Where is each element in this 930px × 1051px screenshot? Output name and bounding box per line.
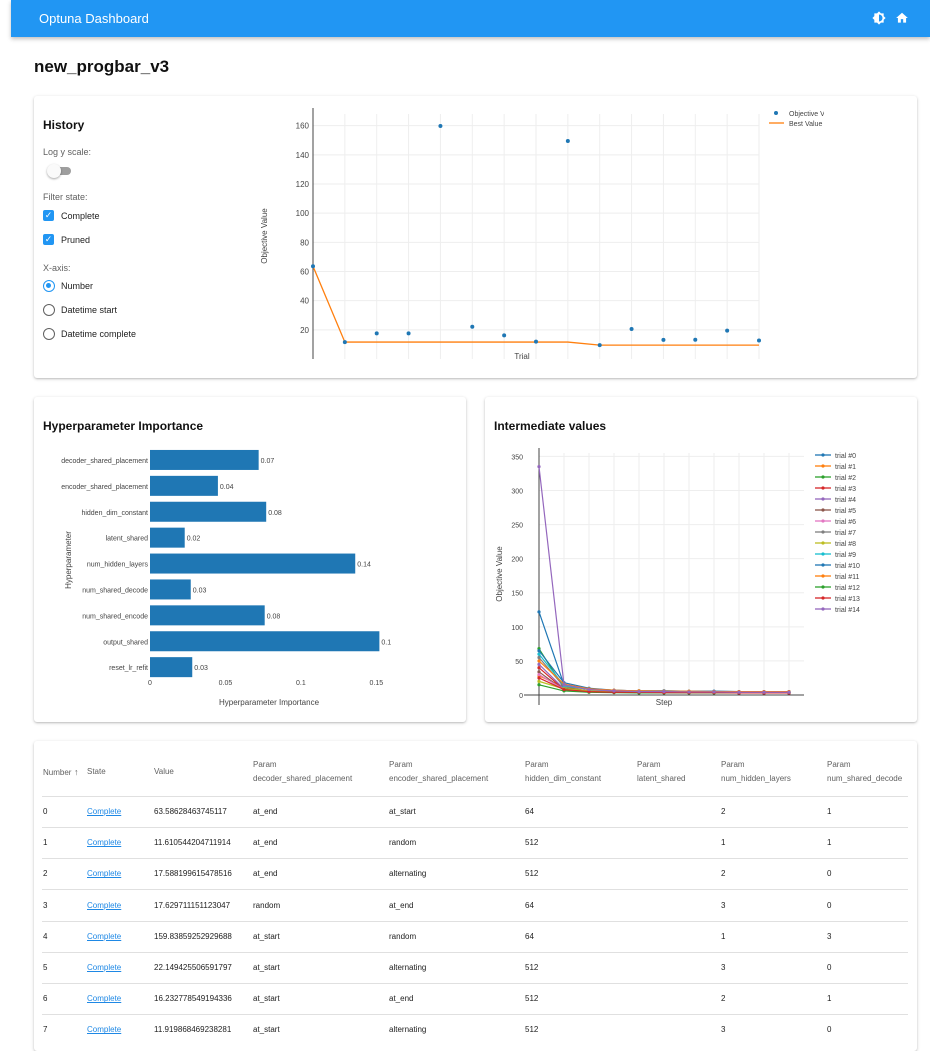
- header-line2: hidden_dim_constant: [525, 774, 602, 783]
- cell-encoder-shared-placement: at_end: [389, 994, 414, 1004]
- header-divider: [42, 796, 908, 797]
- cell-num-hidden-layers: 2: [721, 869, 726, 879]
- cell-hidden-dim-constant: 512: [525, 963, 539, 972]
- header-line1: Param: [253, 760, 277, 769]
- cell-encoder-shared-placement: alternating: [389, 963, 427, 972]
- column-header-latent-shared[interactable]: Param latent_shared: [637, 758, 685, 786]
- cell-decoder-shared-placement: at_end: [253, 807, 278, 816]
- column-header-num-shared-decode[interactable]: Param num_shared_decode: [827, 758, 902, 786]
- state-link[interactable]: Complete: [87, 932, 121, 941]
- cell-decoder-shared-placement: random: [253, 900, 281, 910]
- cell-hidden-dim-constant: 512: [525, 869, 539, 879]
- cell-decoder-shared-placement: at_start: [253, 994, 280, 1004]
- state-link[interactable]: Complete: [87, 963, 121, 972]
- trials-table: Number ↑ State Value Param decoder_shared_pl…: [0, 0, 930, 1045]
- state-link[interactable]: Complete: [87, 1025, 121, 1034]
- header-line1: Param: [637, 760, 661, 769]
- cell-number: 0: [43, 807, 48, 816]
- header-label: State: [87, 767, 106, 776]
- header-label: Number: [43, 768, 72, 777]
- row-divider: [42, 1014, 908, 1016]
- cell-num-shared-decode: 3: [827, 931, 832, 941]
- cell-number: 3: [43, 900, 48, 910]
- cell-num-shared-decode: 1: [827, 994, 832, 1004]
- header-label: Value: [154, 767, 174, 776]
- header-line1: Param: [721, 760, 745, 769]
- cell-encoder-shared-placement: alternating: [389, 1025, 427, 1035]
- cell-value: 17.588199615478516: [154, 869, 232, 879]
- row-divider: [42, 827, 908, 828]
- cell-decoder-shared-placement: at_start: [253, 931, 280, 941]
- cell-value: 11.610544204711914: [154, 838, 231, 848]
- cell-num-shared-decode: 0: [827, 869, 832, 879]
- cell-hidden-dim-constant: 512: [525, 1025, 539, 1035]
- cell-value: 159.83859252929688: [154, 931, 232, 941]
- header-line1: Param: [525, 760, 549, 769]
- cell-decoder-shared-placement: at_end: [253, 838, 278, 848]
- cell-num-hidden-layers: 3: [721, 1025, 726, 1035]
- row-divider: [42, 951, 908, 953]
- cell-value: 16.232778549194336: [154, 994, 232, 1004]
- cell-decoder-shared-placement: at_end: [253, 869, 278, 879]
- cell-decoder-shared-placement: at_start: [253, 963, 280, 972]
- cell-hidden-dim-constant: 512: [525, 994, 539, 1004]
- cell-encoder-shared-placement: at_end: [389, 900, 414, 910]
- cell-value: 11.919868469238281: [154, 1025, 232, 1035]
- cell-num-shared-decode: 0: [827, 1025, 832, 1035]
- cell-number: 1: [43, 838, 48, 848]
- state-link[interactable]: Complete: [87, 807, 121, 816]
- header-line2: num_hidden_layers: [721, 774, 791, 783]
- state-link[interactable]: Complete: [87, 994, 121, 1003]
- cell-number: 2: [43, 869, 48, 879]
- arrow-up-icon[interactable]: ↑: [71, 767, 79, 777]
- cell-num-hidden-layers: 2: [721, 807, 726, 816]
- cell-value: 22.149425506591797: [154, 963, 232, 972]
- header-line1: Param: [827, 760, 851, 769]
- cell-encoder-shared-placement: at_start: [389, 807, 416, 816]
- cell-num-hidden-layers: 3: [721, 900, 726, 910]
- column-header-state[interactable]: State: [87, 765, 106, 779]
- cell-encoder-shared-placement: alternating: [389, 869, 427, 879]
- header-line2: num_shared_decode: [827, 774, 903, 783]
- state-link[interactable]: Complete: [87, 901, 121, 910]
- cell-hidden-dim-constant: 64: [525, 900, 534, 910]
- cell-value: 17.629711151123047: [154, 900, 231, 910]
- cell-number: 6: [43, 994, 48, 1004]
- row-divider: [42, 889, 908, 891]
- column-header-hidden-dim-constant[interactable]: Param hidden_dim_constant: [525, 758, 601, 786]
- cell-encoder-shared-placement: random: [389, 931, 417, 941]
- cell-num-shared-decode: 1: [827, 807, 832, 816]
- state-link[interactable]: Complete: [87, 838, 121, 847]
- cell-hidden-dim-constant: 64: [525, 807, 534, 816]
- cell-number: 4: [43, 931, 48, 941]
- column-header-num-hidden-layers[interactable]: Param num_hidden_layers: [721, 758, 791, 786]
- cell-num-shared-decode: 0: [827, 900, 832, 910]
- cell-hidden-dim-constant: 512: [525, 838, 539, 848]
- cell-number: 5: [43, 963, 48, 972]
- column-header-decoder-shared-placement[interactable]: Param decoder_shared_placement: [253, 758, 352, 786]
- cell-num-hidden-layers: 1: [721, 931, 726, 941]
- row-divider: [42, 858, 908, 860]
- cell-num-hidden-layers: 3: [721, 963, 726, 972]
- column-header-number[interactable]: Number ↑: [43, 765, 78, 780]
- header-line1: Param: [389, 760, 413, 769]
- cell-num-hidden-layers: 1: [721, 838, 726, 848]
- cell-hidden-dim-constant: 64: [525, 931, 534, 941]
- cell-num-shared-decode: 0: [827, 963, 832, 972]
- cell-value: 63.58628463745117: [154, 807, 227, 816]
- cell-num-shared-decode: 1: [827, 838, 832, 848]
- state-link[interactable]: Complete: [87, 869, 121, 878]
- column-header-encoder-shared-placement[interactable]: Param encoder_shared_placement: [389, 758, 488, 786]
- header-line2: latent_shared: [637, 774, 686, 783]
- header-line2: decoder_shared_placement: [253, 774, 353, 783]
- cell-decoder-shared-placement: at_start: [253, 1025, 280, 1035]
- trials-table-card: Number ↑ State Value Param decoder_shared_pl…: [34, 741, 917, 1051]
- cell-encoder-shared-placement: random: [389, 838, 417, 848]
- header-line2: encoder_shared_placement: [389, 774, 489, 783]
- row-divider: [42, 920, 908, 922]
- cell-num-hidden-layers: 2: [721, 994, 726, 1004]
- cell-number: 7: [43, 1025, 48, 1035]
- row-divider: [42, 983, 908, 984]
- column-header-value[interactable]: Value: [154, 765, 174, 779]
